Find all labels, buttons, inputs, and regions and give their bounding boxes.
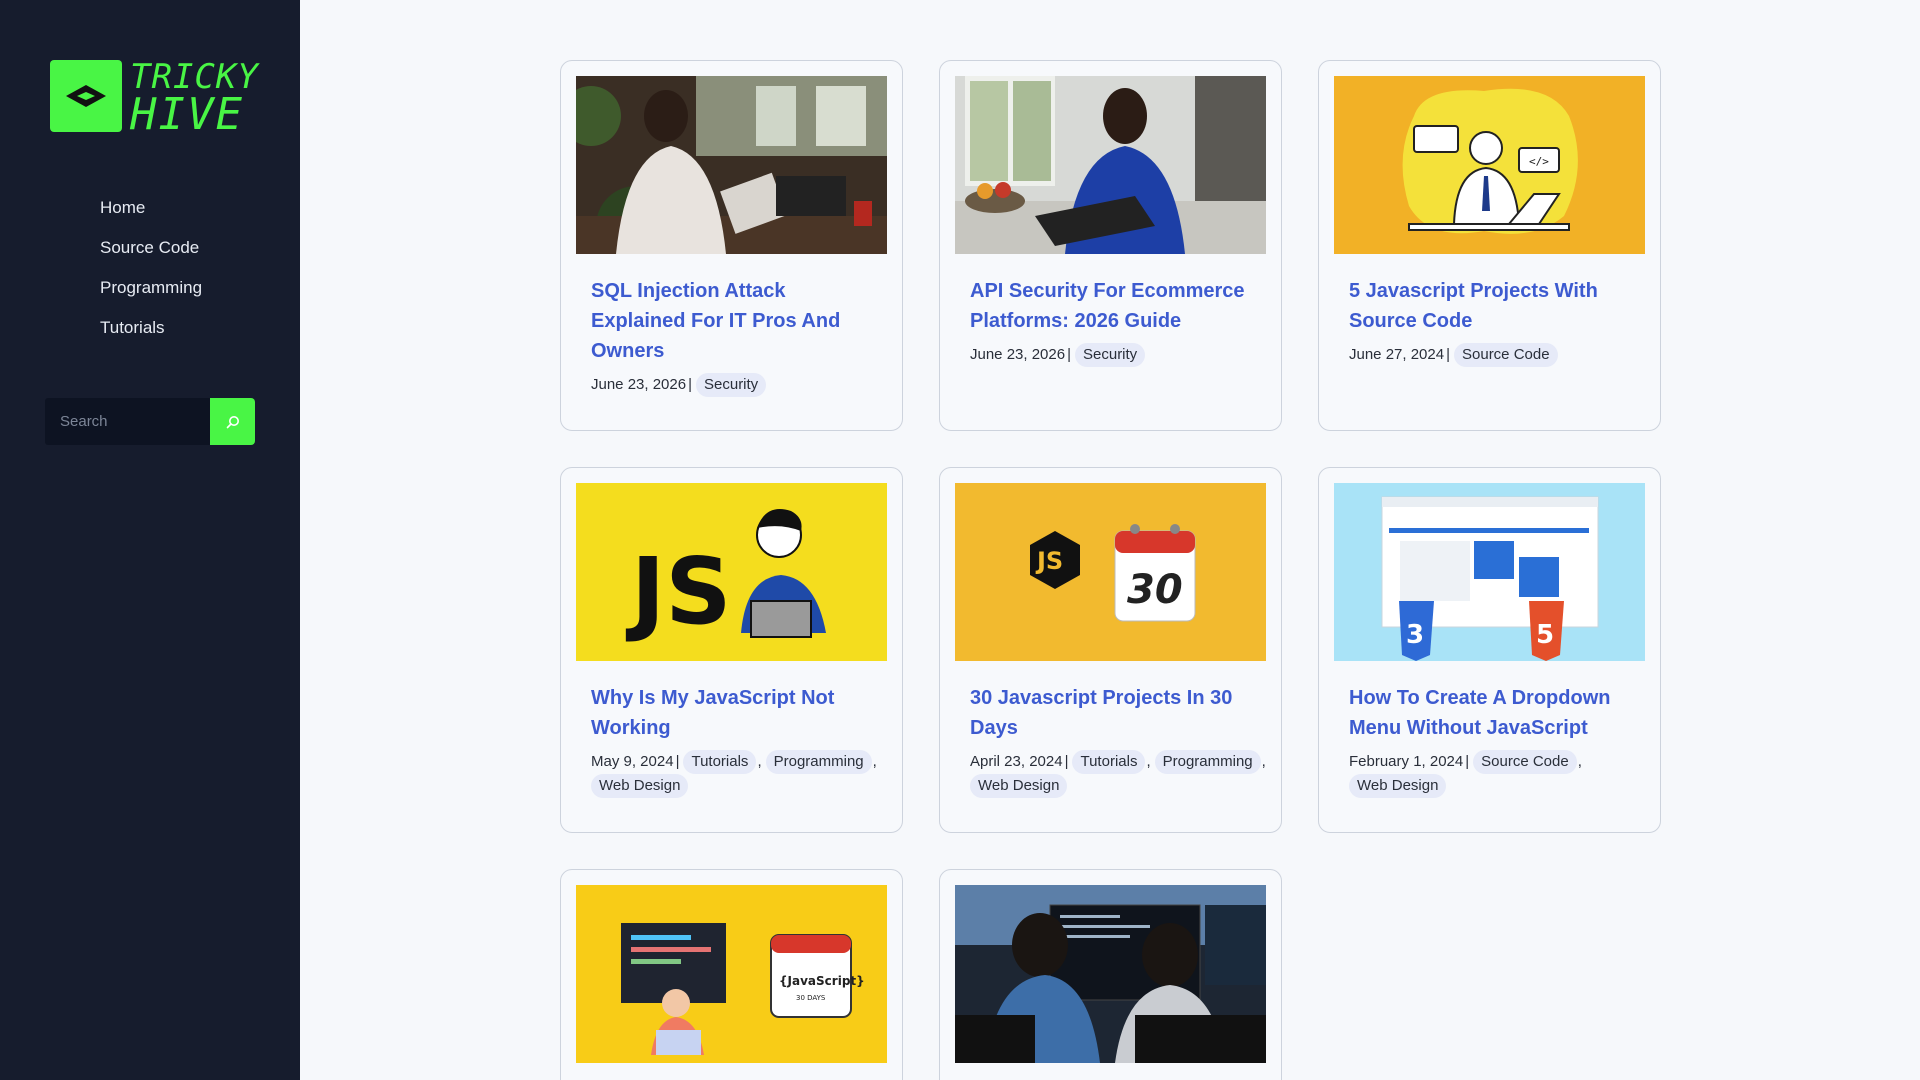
post-tag[interactable]: Security — [696, 373, 767, 397]
post-date: February 1, 2024 — [1349, 753, 1464, 770]
post-tag[interactable]: Programming — [765, 750, 872, 774]
main-nav: Home Source Code Programming Tutorials — [100, 196, 202, 356]
post-title[interactable]: SQL Injection Attack Explained For IT Pr… — [591, 276, 881, 366]
post-meta: June 23, 2026 | Security — [591, 373, 891, 397]
post-card[interactable]: 3 5 How To Create A Dropdown Menu Withou… — [1318, 467, 1661, 833]
svg-text:JS: JS — [625, 538, 732, 645]
post-card[interactable]: </> 5 Javascript Projects With Source Co… — [1318, 60, 1661, 431]
post-thumbnail[interactable]: 3 5 — [1334, 483, 1645, 661]
post-meta: June 23, 2026 | Security — [970, 343, 1270, 367]
post-tag[interactable]: Web Design — [591, 774, 689, 798]
post-tag[interactable]: Tutorials — [683, 750, 757, 774]
post-card[interactable]: {JavaScript} 30 DAYS — [560, 869, 903, 1080]
nav-item-source-code[interactable]: Source Code — [100, 236, 202, 276]
svg-text:5: 5 — [1536, 620, 1554, 650]
site-name: TRICKY HIVE — [130, 57, 259, 140]
post-thumbnail[interactable]: </> — [1334, 76, 1645, 254]
nav-item-home[interactable]: Home — [100, 196, 202, 236]
post-tag[interactable]: Source Code — [1454, 343, 1558, 367]
logo-icon — [50, 60, 122, 132]
svg-text:3: 3 — [1406, 620, 1424, 650]
post-tag[interactable]: Tutorials — [1072, 750, 1146, 774]
post-meta: April 23, 2024 | Tutorials, Programming ,Web… — [970, 750, 1270, 798]
svg-text:30: 30 — [1127, 567, 1183, 613]
post-card[interactable]: SQL Injection Attack Explained For IT Pr… — [560, 60, 903, 431]
search-input[interactable] — [45, 398, 210, 445]
svg-text:</>: </> — [1529, 155, 1549, 168]
post-thumbnail[interactable] — [576, 76, 887, 254]
post-meta: February 1, 2024 | Source Code ,Web Design — [1349, 750, 1639, 798]
post-tag[interactable]: Source Code — [1473, 750, 1577, 774]
post-thumbnail[interactable]: {JavaScript} 30 DAYS — [576, 885, 887, 1063]
post-card[interactable]: JS Why Is My JavaScript Not Working May … — [560, 467, 903, 833]
svg-text:30 DAYS: 30 DAYS — [796, 994, 826, 1002]
post-date: June 23, 2026 — [970, 346, 1066, 363]
post-thumbnail[interactable]: JS 30 — [955, 483, 1266, 661]
site-logo[interactable]: TRICKY HIVE — [50, 57, 259, 140]
post-date: May 9, 2024 — [591, 753, 674, 770]
post-meta: June 27, 2024 | Source Code — [1349, 343, 1649, 367]
nav-item-tutorials[interactable]: Tutorials — [100, 316, 202, 356]
post-title[interactable]: API Security For Ecommerce Platforms: 20… — [970, 276, 1260, 336]
post-title[interactable]: Why Is My JavaScript Not Working — [591, 683, 881, 743]
svg-text:{JavaScript}: {JavaScript} — [779, 974, 865, 988]
post-tag[interactable]: Security — [1075, 343, 1146, 367]
post-title[interactable]: 5 Javascript Projects With Source Code — [1349, 276, 1639, 336]
search-form — [45, 398, 255, 445]
post-thumbnail[interactable] — [955, 76, 1266, 254]
post-title[interactable]: How To Create A Dropdown Menu Without Ja… — [1349, 683, 1639, 743]
post-date: April 23, 2024 — [970, 753, 1063, 770]
nav-item-programming[interactable]: Programming — [100, 276, 202, 316]
post-meta: May 9, 2024 | Tutorials, Programming ,Web De… — [591, 750, 891, 798]
svg-text:JS: JS — [1035, 547, 1063, 575]
search-icon — [226, 415, 239, 428]
post-thumbnail[interactable]: JS — [576, 483, 887, 661]
post-title[interactable]: 30 Javascript Projects In 30 Days — [970, 683, 1260, 743]
post-card[interactable] — [939, 869, 1282, 1080]
search-button[interactable] — [210, 398, 255, 445]
post-card[interactable]: API Security For Ecommerce Platforms: 20… — [939, 60, 1282, 431]
post-tag[interactable]: Web Design — [970, 774, 1068, 798]
post-thumbnail[interactable] — [955, 885, 1266, 1063]
post-date: June 23, 2026 — [591, 376, 687, 393]
post-date: June 27, 2024 — [1349, 346, 1445, 363]
sidebar: TRICKY HIVE Home Source Code Programming… — [0, 0, 300, 1080]
post-tag[interactable]: Programming — [1154, 750, 1261, 774]
post-card[interactable]: JS 30 30 Javascript Projects In 30 Days … — [939, 467, 1282, 833]
post-tag[interactable]: Web Design — [1349, 774, 1447, 798]
